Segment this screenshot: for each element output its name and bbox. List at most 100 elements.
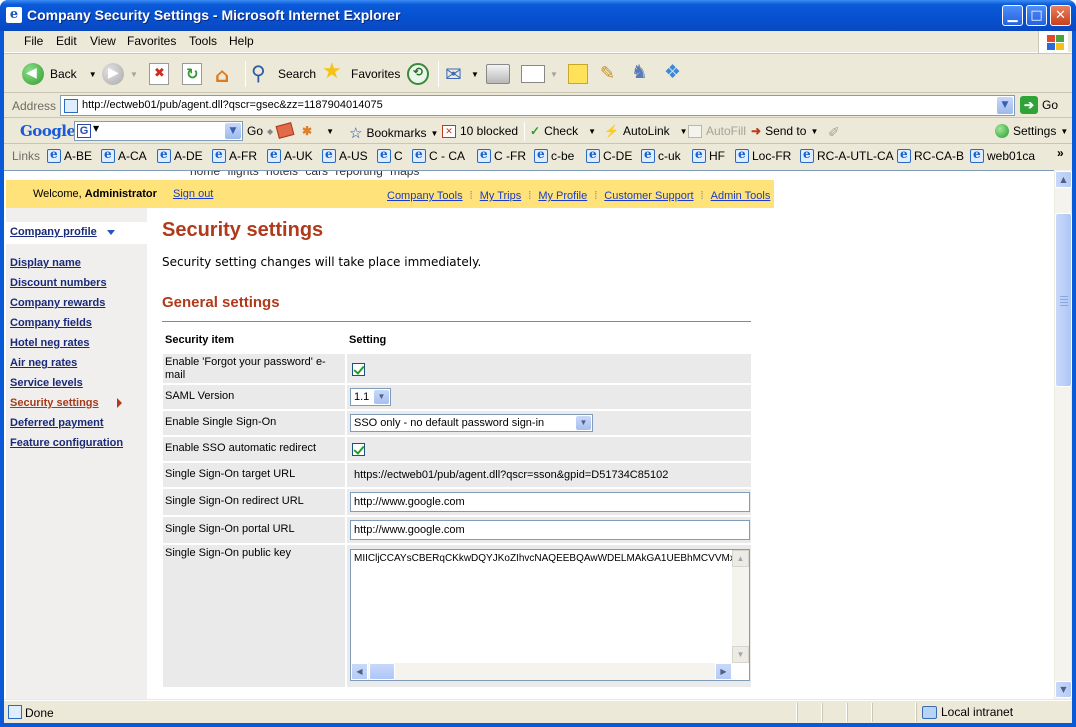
textarea-scroll-thumb[interactable] <box>369 663 395 680</box>
forgot-password-checkbox[interactable] <box>352 363 365 376</box>
public-key-textarea[interactable]: MIICljCCAYsCBERqCKkwDQYJKoZIhvcNAQEEBQAw… <box>350 549 750 681</box>
sidebar-item-hotel-neg-rates[interactable]: Hotel neg rates <box>10 337 89 349</box>
forward-dropdown-icon[interactable]: ▼ <box>130 70 138 79</box>
page-vertical-scrollbar[interactable]: ▲ ▼ <box>1054 170 1072 699</box>
stop-button[interactable]: ✖ <box>149 59 169 89</box>
link-item[interactable]: A-CA <box>101 147 147 163</box>
link-item[interactable]: C <box>377 147 403 163</box>
sidebar-item-display-name[interactable]: Display name <box>10 257 81 269</box>
maximize-button[interactable]: □ <box>1026 5 1047 26</box>
link-item[interactable]: A-FR <box>212 147 257 163</box>
refresh-button[interactable]: ↻ <box>182 59 202 89</box>
google-settings-button[interactable]: Settings ▼ <box>995 124 1068 138</box>
link-item[interactable]: A-US <box>322 147 368 163</box>
back-button[interactable]: ◀ Back ▼ <box>22 59 97 89</box>
home-button[interactable]: ⌂ <box>214 59 238 89</box>
scroll-right-icon[interactable]: ▶ <box>715 663 732 680</box>
link-item[interactable]: c-uk <box>641 147 681 163</box>
link-item[interactable]: C -FR <box>477 147 526 163</box>
my-trips-link[interactable]: My Trips <box>480 190 522 202</box>
menu-file[interactable]: File <box>24 34 43 48</box>
menu-favorites[interactable]: Favorites <box>127 34 176 48</box>
saml-version-select[interactable]: 1.1 ▼ <box>350 388 391 406</box>
mail-button[interactable]: ✉ ▼ <box>445 59 479 89</box>
history-button[interactable]: ⟲ <box>407 59 429 89</box>
google-go-button[interactable]: Go ◆ <box>247 124 273 138</box>
link-item[interactable]: web01ca <box>970 147 1035 163</box>
my-profile-link[interactable]: My Profile <box>538 190 587 202</box>
sidebar-item-deferred-payment[interactable]: Deferred payment <box>10 417 104 429</box>
close-button[interactable]: ✕ <box>1050 5 1071 26</box>
link-item[interactable]: C - CA <box>412 147 465 163</box>
bookmarks-button[interactable]: ☆ Bookmarks ▼ <box>349 124 438 142</box>
print-button[interactable] <box>486 59 510 89</box>
back-dropdown-icon[interactable]: ▼ <box>89 70 97 79</box>
msn-button[interactable]: ❖ <box>664 59 690 89</box>
address-input[interactable]: http://ectweb01/pub/agent.dll?qscr=gsec&… <box>60 95 1015 116</box>
sidebar-item-air-neg-rates[interactable]: Air neg rates <box>10 357 77 369</box>
link-item[interactable]: Loc-FR <box>735 147 791 163</box>
edit-dropdown-icon[interactable]: ▼ <box>550 70 558 79</box>
popup-blocker-button[interactable]: ✕ 10 blocked <box>442 124 518 138</box>
link-item[interactable]: HF <box>692 147 725 163</box>
link-item[interactable]: RC-A-UTL-CA <box>800 147 894 163</box>
autofill-button[interactable]: AutoFill <box>688 124 746 138</box>
google-search-input[interactable]: G ▼ ▼ <box>74 121 243 141</box>
link-item[interactable]: A-BE <box>47 147 92 163</box>
portal-url-input[interactable]: http://www.google.com <box>350 520 750 540</box>
customer-support-link[interactable]: Customer Support <box>604 190 693 202</box>
company-profile-menu[interactable]: Company profile <box>10 226 115 238</box>
company-tools-link[interactable]: Company Tools <box>387 190 463 202</box>
sso-redirect-checkbox[interactable] <box>352 443 365 456</box>
single-sign-on-select[interactable]: SSO only - no default password sign-in ▼ <box>350 414 593 432</box>
link-item[interactable]: A-DE <box>157 147 203 163</box>
scroll-up-icon[interactable]: ▲ <box>732 550 749 567</box>
menu-tools[interactable]: Tools <box>189 34 217 48</box>
mail-dropdown-icon[interactable]: ▼ <box>471 70 479 79</box>
highlight-button[interactable]: ✐ <box>828 124 840 141</box>
main-nav-tabs[interactable]: home flights hotels cars reporting maps <box>190 171 419 178</box>
scroll-down-icon[interactable]: ▼ <box>732 646 749 663</box>
scroll-thumb[interactable] <box>1055 213 1072 387</box>
link-item[interactable]: RC-CA-B <box>897 147 964 163</box>
scroll-down-icon[interactable]: ▼ <box>1055 681 1072 698</box>
sidebar-item-company-fields[interactable]: Company fields <box>10 317 92 329</box>
link-item[interactable]: c-be <box>534 147 574 163</box>
sidebar-item-company-rewards[interactable]: Company rewards <box>10 297 105 309</box>
spell-check-button[interactable]: ✓ Check ▼ <box>530 124 596 138</box>
google-puzzle-button[interactable]: ✱ ▼ <box>302 124 334 138</box>
sidebar-item-service-levels[interactable]: Service levels <box>10 377 83 389</box>
forward-button[interactable]: ▶ ▼ <box>102 59 138 89</box>
google-search-dropdown-icon[interactable]: ▼ <box>225 123 241 139</box>
menu-view[interactable]: View <box>90 34 116 48</box>
edit-button[interactable]: ▼ <box>521 59 558 89</box>
scroll-up-icon[interactable]: ▲ <box>1055 171 1072 188</box>
link-item[interactable]: A-UK <box>267 147 313 163</box>
links-more-chevron-icon[interactable]: » <box>1057 146 1064 160</box>
autolink-button[interactable]: ⚡ AutoLink ▼ <box>604 124 688 138</box>
redirect-url-input[interactable]: http://www.google.com <box>350 492 750 512</box>
textarea-horizontal-scrollbar[interactable]: ◀ ▶ <box>351 663 732 680</box>
search-button[interactable]: ⚲ Search <box>251 59 316 89</box>
research-button[interactable]: ✎ <box>600 59 622 89</box>
messenger-button[interactable]: ♞ <box>631 59 653 89</box>
go-button[interactable]: ➔ Go <box>1020 96 1058 114</box>
g-dropdown-icon[interactable]: ▼ <box>93 124 99 133</box>
sidebar-item-feature-configuration[interactable]: Feature configuration <box>10 437 123 449</box>
textarea-vertical-scrollbar[interactable]: ▲ ▼ <box>732 550 749 663</box>
scroll-left-icon[interactable]: ◀ <box>351 663 368 680</box>
minimize-button[interactable]: ▁ <box>1002 5 1023 26</box>
sidebar-item-discount-numbers[interactable]: Discount numbers <box>10 277 107 289</box>
puzzle-dropdown-icon[interactable]: ▼ <box>326 127 334 136</box>
discuss-button[interactable] <box>568 59 588 89</box>
google-news-button[interactable] <box>275 122 295 139</box>
sidebar-item-security-settings[interactable]: Security settings <box>10 397 99 409</box>
menu-help[interactable]: Help <box>229 34 254 48</box>
menu-edit[interactable]: Edit <box>56 34 77 48</box>
send-to-button[interactable]: ➜ Send to ▼ <box>751 124 818 138</box>
admin-tools-link[interactable]: Admin Tools <box>711 190 771 202</box>
sign-out-link[interactable]: Sign out <box>173 188 213 200</box>
address-dropdown-icon[interactable]: ▼ <box>997 97 1013 114</box>
link-item[interactable]: C-DE <box>586 147 632 163</box>
favorites-button[interactable]: ★ Favorites <box>322 59 400 89</box>
